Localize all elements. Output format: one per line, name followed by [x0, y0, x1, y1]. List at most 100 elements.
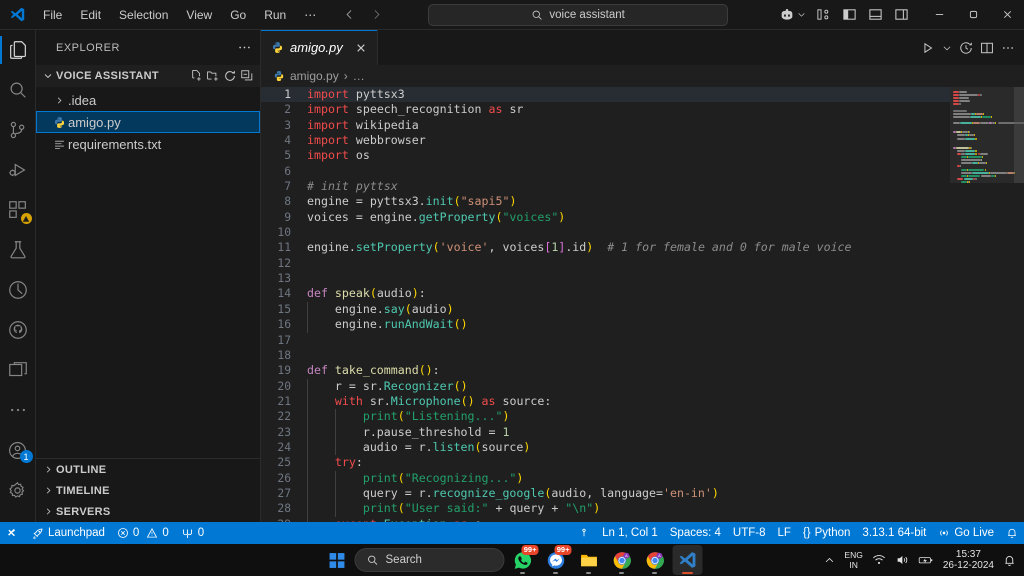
- code-line[interactable]: 23 r.pause_threshold = 1: [261, 424, 950, 440]
- window-minimize-button[interactable]: [922, 0, 956, 30]
- windows-start-icon[interactable]: [322, 545, 352, 575]
- volume-icon[interactable]: [895, 553, 909, 567]
- split-editor-icon[interactable]: [980, 41, 994, 55]
- code-line[interactable]: 27 query = r.recognize_google(audio, lan…: [261, 485, 950, 502]
- chevron-up-icon[interactable]: [824, 555, 835, 566]
- status-remote-window[interactable]: [0, 522, 25, 544]
- minimap[interactable]: [950, 87, 1024, 522]
- close-icon[interactable]: [355, 42, 367, 54]
- status-encoding[interactable]: UTF-8: [727, 522, 772, 544]
- code-line[interactable]: 4 import webbrowser: [261, 133, 950, 148]
- breadcrumb-file[interactable]: amigo.py: [290, 69, 339, 83]
- timeline-icon[interactable]: [959, 41, 973, 55]
- ellipsis-icon[interactable]: [237, 40, 252, 55]
- customize-layout-icon[interactable]: [812, 4, 834, 26]
- code-line[interactable]: 9 voices = engine.getProperty("voices"): [261, 210, 950, 225]
- section-servers[interactable]: SERVERS: [36, 501, 260, 522]
- code-line[interactable]: 2 import speech_recognition as sr: [261, 102, 950, 117]
- wifi-icon[interactable]: [872, 553, 886, 567]
- sidebar-item-workspaces[interactable]: [0, 350, 36, 390]
- code-line[interactable]: 26 print("Recognizing..."): [261, 470, 950, 486]
- tree-item-amigo-py[interactable]: amigo.py: [36, 111, 260, 133]
- sidebar-item-remote-explorer[interactable]: [0, 270, 36, 310]
- code-line[interactable]: 16 engine.runAndWait(): [261, 317, 950, 333]
- menu-view[interactable]: View: [178, 5, 220, 25]
- section-outline[interactable]: OUTLINE: [36, 459, 260, 480]
- code-line[interactable]: 25 try:: [261, 455, 950, 471]
- status-eol[interactable]: LF: [772, 522, 797, 544]
- section-timeline[interactable]: TIMELINE: [36, 480, 260, 501]
- code-line[interactable]: 8 engine = pyttsx3.init("sapi5"): [261, 194, 950, 209]
- code-line[interactable]: 15 engine.say(audio): [261, 301, 950, 318]
- tray-language-indicator[interactable]: ENG IN: [844, 550, 862, 570]
- toggle-secondary-sidebar-icon[interactable]: [890, 4, 912, 26]
- workspace-section-header[interactable]: VOICE ASSISTANT: [36, 65, 260, 87]
- code-line[interactable]: 7 # init pyttsx: [261, 179, 950, 194]
- status-launchpad[interactable]: Launchpad: [25, 522, 111, 544]
- taskbar-app-chrome[interactable]: A: [607, 545, 637, 575]
- sidebar-item-more-views[interactable]: [0, 390, 36, 430]
- code-line[interactable]: 19 def take_command():: [261, 363, 950, 378]
- status-notifications[interactable]: [1000, 522, 1024, 544]
- taskbar-search-input[interactable]: Search: [354, 548, 505, 572]
- taskbar-app-messenger[interactable]: 99+: [541, 545, 572, 575]
- code-line[interactable]: 18: [261, 348, 950, 363]
- sidebar-item-testing[interactable]: [0, 230, 36, 270]
- command-center[interactable]: voice assistant: [428, 3, 729, 26]
- status-cursor-position[interactable]: Ln 1, Col 1: [596, 522, 664, 544]
- sidebar-item-source-control[interactable]: [0, 110, 36, 150]
- code-line[interactable]: 17: [261, 333, 950, 348]
- code-line[interactable]: 6: [261, 164, 950, 179]
- status-indentation[interactable]: Spaces: 4: [664, 522, 727, 544]
- sidebar-item-extensions[interactable]: [0, 190, 36, 230]
- run-python-file-icon[interactable]: [921, 41, 935, 55]
- menu-go[interactable]: Go: [222, 5, 254, 25]
- chevron-down-icon[interactable]: [942, 43, 952, 53]
- window-restore-button[interactable]: [956, 0, 990, 30]
- tray-clock[interactable]: 15:37 26-12-2024: [943, 549, 994, 571]
- sidebar-item-github[interactable]: [0, 310, 36, 350]
- taskbar-app-whatsapp[interactable]: 99+: [508, 545, 539, 575]
- arrow-left-icon[interactable]: [343, 8, 356, 21]
- menu-selection[interactable]: Selection: [111, 5, 176, 25]
- code-line[interactable]: 10: [261, 225, 950, 240]
- window-close-button[interactable]: [990, 0, 1024, 30]
- code-line[interactable]: 28 print("User said:" + query + "\n"): [261, 501, 950, 517]
- code-line[interactable]: 5 import os: [261, 148, 950, 163]
- sidebar-item-explorer[interactable]: [0, 30, 36, 70]
- code-line[interactable]: 21 with sr.Microphone() as source:: [261, 393, 950, 410]
- menu-run[interactable]: Run: [256, 5, 294, 25]
- new-file-icon[interactable]: [189, 69, 203, 83]
- code-line[interactable]: 1 import pyttsx3: [261, 87, 950, 103]
- code-line[interactable]: 22 print("Listening..."): [261, 409, 950, 425]
- taskbar-app-vscode[interactable]: [672, 545, 703, 575]
- status-editor-bell[interactable]: [572, 522, 596, 544]
- sidebar-item-run-and-debug[interactable]: [0, 150, 36, 190]
- code-lines[interactable]: 1 import pyttsx3 2 import speech_recognitio…: [261, 87, 950, 522]
- sidebar-item-search[interactable]: [0, 70, 36, 110]
- copilot-button[interactable]: [773, 4, 812, 26]
- code-line[interactable]: 24 audio = r.listen(source): [261, 439, 950, 456]
- toggle-primary-sidebar-icon[interactable]: [838, 4, 860, 26]
- status-ports[interactable]: 0: [175, 522, 210, 544]
- status-go-live[interactable]: Go Live: [932, 522, 1000, 544]
- breadcrumb-symbol[interactable]: …: [353, 69, 365, 83]
- code-line[interactable]: 29 except Exception as e:: [261, 516, 950, 522]
- battery-icon[interactable]: [918, 553, 934, 567]
- tab-amigo-py[interactable]: amigo.py: [261, 30, 378, 65]
- code-line[interactable]: 12: [261, 256, 950, 271]
- scrollbar-thumb[interactable]: [1014, 87, 1024, 183]
- code-line[interactable]: 3 import wikipedia: [261, 118, 950, 133]
- tree-item-requirements-txt[interactable]: requirements.txt: [36, 133, 260, 155]
- taskbar-app-chrome-2[interactable]: A: [640, 545, 670, 575]
- menu-edit[interactable]: Edit: [72, 5, 109, 25]
- bell-icon[interactable]: [1003, 554, 1016, 567]
- settings-button[interactable]: [0, 470, 36, 510]
- code-editor[interactable]: 1 import pyttsx3 2 import speech_recognitio…: [261, 87, 1024, 522]
- more-actions-icon[interactable]: [1001, 41, 1015, 55]
- editor-scrollbar[interactable]: [1014, 87, 1024, 522]
- status-language-mode[interactable]: {} Python: [797, 522, 857, 544]
- status-problems[interactable]: 0 0: [111, 522, 175, 544]
- code-line[interactable]: 11 engine.setProperty('voice', voices[1].…: [261, 240, 950, 255]
- menu-file[interactable]: File: [35, 5, 70, 25]
